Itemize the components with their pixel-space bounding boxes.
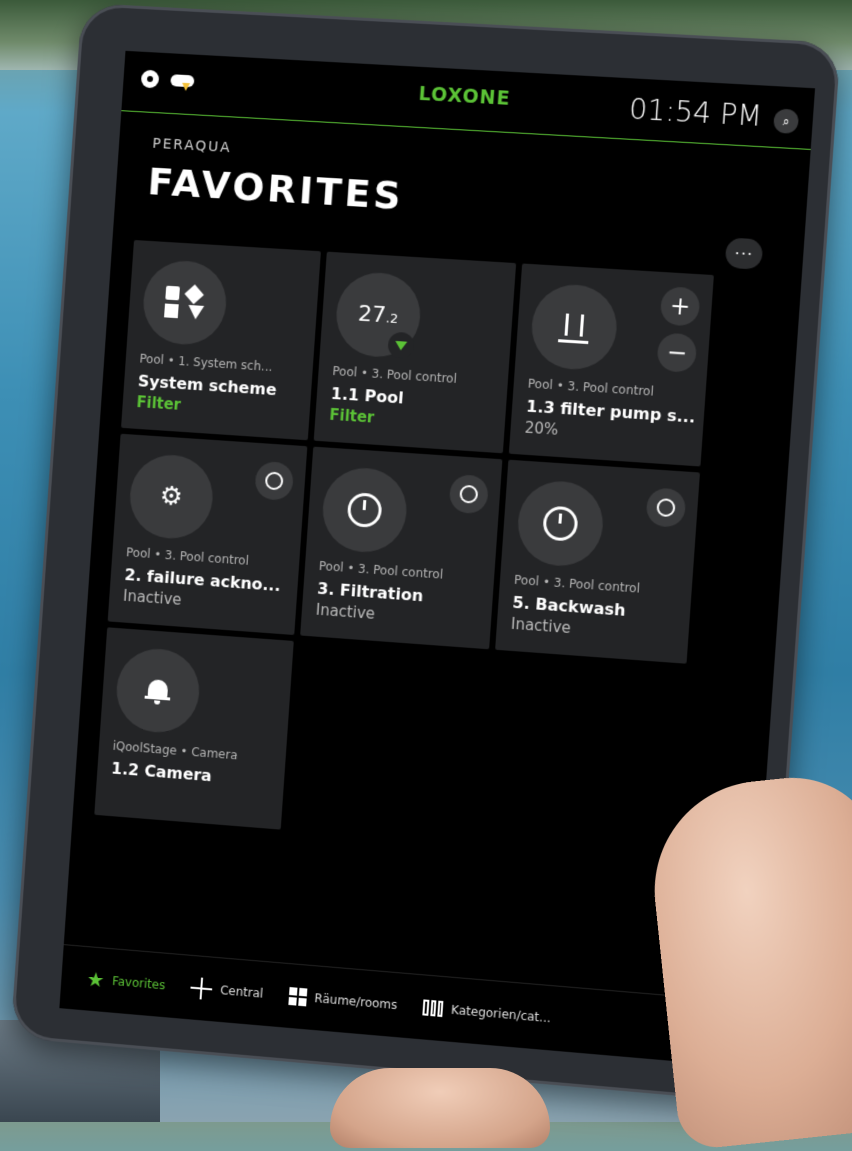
tile-backwash[interactable]: Pool • 3. Pool control 5. Backwash Inact…	[495, 459, 700, 664]
page-title: FAVORITES	[146, 159, 406, 219]
star-icon: ★	[86, 966, 106, 993]
circle-icon	[459, 484, 479, 504]
tile-state: Filter	[135, 393, 182, 414]
timer-icon	[346, 492, 383, 529]
tile-icon-circle: ⚙	[127, 452, 216, 542]
tile-filter-pump[interactable]: + − Pool • 3. Pool control 1.3 filter pu…	[508, 263, 714, 467]
clock: 01:54 PM	[628, 92, 764, 133]
circle-icon	[656, 497, 676, 518]
tile-state: Inactive	[315, 600, 376, 623]
breadcrumb: PERAQUA	[151, 135, 233, 157]
nav-central[interactable]: Central	[190, 977, 264, 1005]
tile-system-scheme[interactable]: Pool • 1. System sch... System scheme Fi…	[121, 239, 321, 441]
tile-state: Inactive	[122, 586, 183, 609]
status-bar: LOXONE 01:54 PM ⌕	[121, 50, 816, 150]
pulse-button[interactable]	[448, 473, 490, 515]
more-options-button[interactable]: ···	[724, 237, 764, 270]
decrease-button[interactable]: −	[656, 332, 698, 374]
nav-label: Central	[219, 983, 264, 1001]
pulse-button[interactable]	[254, 460, 295, 502]
tile-state: Inactive	[510, 614, 572, 638]
bottom-nav: ★ Favorites Central Räume/rooms Kategori…	[59, 944, 751, 1068]
rooms-grid-icon	[288, 987, 308, 1007]
central-icon	[190, 977, 213, 1001]
nav-rooms[interactable]: Räume/rooms	[288, 987, 398, 1014]
hand-thumb	[330, 1068, 550, 1148]
bell-icon	[144, 677, 171, 705]
favorites-grid: Pool • 1. System sch... System scheme Fi…	[94, 239, 722, 861]
tile-failure-acknowledge[interactable]: ⚙ Pool • 3. Pool control 2. failure ackn…	[107, 433, 308, 636]
timer-icon	[542, 505, 579, 542]
pool-ladder-icon	[558, 310, 591, 344]
tile-camera[interactable]: iQoolStage • Camera 1.2 Camera	[94, 627, 294, 830]
nav-label: Räume/rooms	[314, 991, 398, 1013]
tile-state: 20%	[524, 418, 559, 439]
tile-icon-circle	[140, 258, 229, 347]
nav-label: Kategorien/cat...	[450, 1002, 552, 1026]
hand-fingers	[643, 768, 852, 1151]
nav-categories[interactable]: Kategorien/cat...	[422, 999, 552, 1026]
filter-badge-icon	[387, 331, 415, 360]
pump-stepper: + −	[656, 286, 701, 374]
tile-filtration[interactable]: Pool • 3. Pool control 3. Filtration Ina…	[300, 446, 503, 650]
scheme-icon	[162, 284, 208, 322]
categories-icon	[422, 999, 444, 1018]
tile-icon-circle	[515, 478, 606, 569]
increase-button[interactable]: +	[659, 286, 701, 327]
tile-state: Filter	[328, 405, 375, 427]
tile-icon-circle	[113, 646, 202, 736]
pulse-button[interactable]	[645, 487, 687, 529]
tile-pool[interactable]: 27.2 Pool • 3. Pool control 1.1 Pool Fil…	[313, 251, 517, 454]
circle-icon	[264, 471, 284, 491]
tile-icon-circle	[320, 465, 410, 555]
search-button[interactable]: ⌕	[772, 108, 800, 135]
temperature-value: 27.2	[357, 301, 399, 328]
search-icon: ⌕	[782, 113, 791, 128]
nav-label: Favorites	[111, 974, 166, 993]
gears-icon: ⚙	[158, 481, 184, 513]
tile-icon-circle	[529, 282, 620, 372]
nav-favorites[interactable]: ★ Favorites	[86, 967, 166, 997]
